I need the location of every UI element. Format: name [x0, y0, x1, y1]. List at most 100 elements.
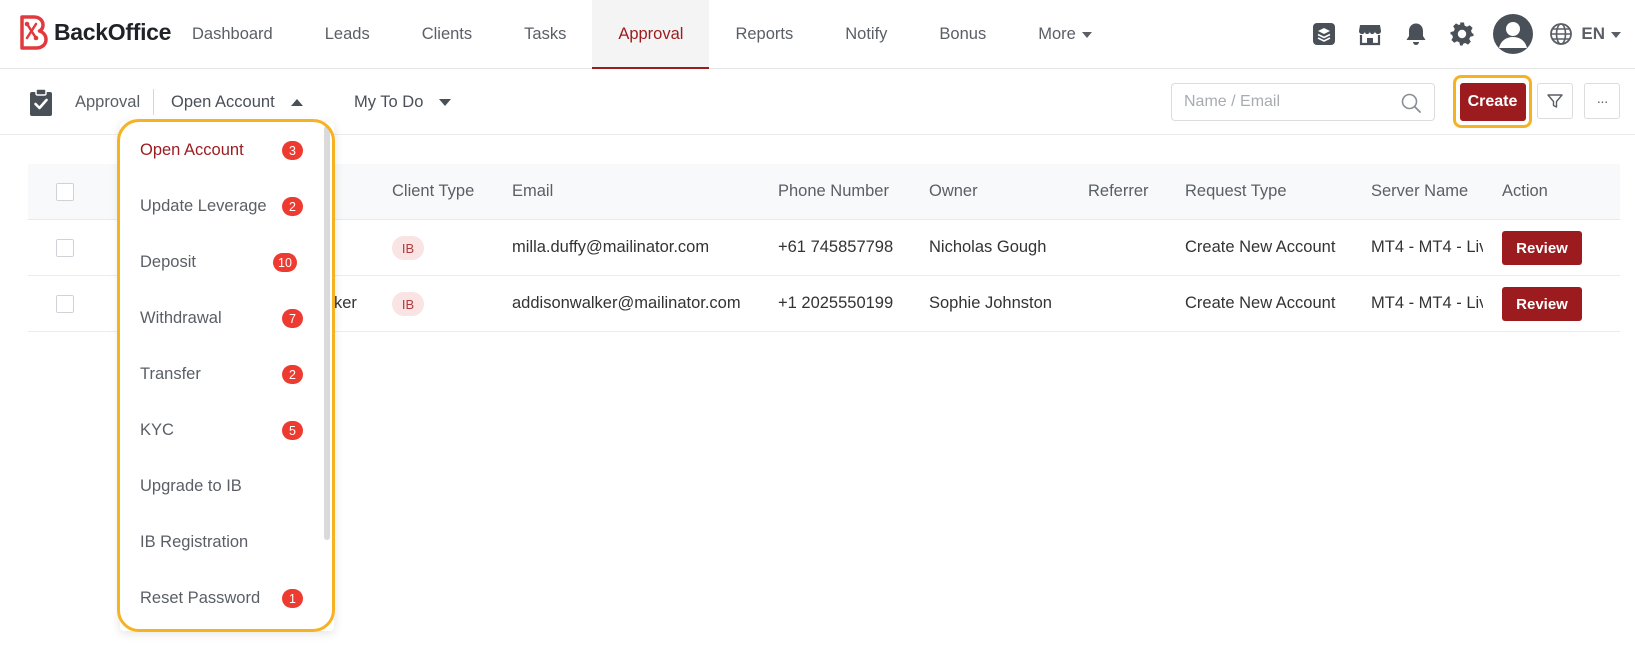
header-server-name: Server Name	[1371, 182, 1469, 200]
count-badge: 5	[282, 421, 303, 440]
nav-approval[interactable]: Approval	[592, 0, 710, 69]
row-checkbox[interactable]	[56, 295, 74, 313]
header-request-type: Request Type	[1185, 182, 1287, 200]
email-cell: milla.duffy@mailinator.com	[512, 238, 710, 256]
review-button[interactable]: Review	[1502, 231, 1582, 265]
dropdown-item-transfer[interactable]: Transfer 2	[120, 346, 320, 402]
dropdown-item-label: IB Registration	[140, 532, 249, 551]
store-icon	[1359, 25, 1382, 46]
client-type-tag: IB	[392, 292, 424, 316]
nav-bonus[interactable]: Bonus	[913, 0, 1012, 68]
main-nav: Dashboard Leads Clients Tasks Approval R…	[166, 0, 1118, 69]
search-icon[interactable]	[1400, 92, 1422, 114]
nav-label: Leads	[324, 24, 370, 43]
nav-label: More	[1038, 24, 1076, 43]
backoffice-logo-icon	[20, 15, 48, 50]
owner-cell: Sophie Johnston	[929, 294, 1052, 312]
dropdown-item-reset-password[interactable]: Reset Password 1	[120, 570, 320, 626]
row-checkbox[interactable]	[56, 239, 74, 257]
nav-label: Dashboard	[192, 24, 273, 43]
dropdown-item-open-account[interactable]: Open Account 3	[120, 122, 320, 178]
create-button-highlight: Create	[1453, 75, 1532, 128]
top-navbar: BackOffice Dashboard Leads Clients Tasks…	[0, 0, 1635, 69]
todo-filter-dropdown[interactable]: My To Do	[354, 93, 452, 112]
page-title: Approval	[75, 93, 141, 111]
nav-label: Notify	[845, 24, 888, 43]
count-badge: 7	[282, 309, 303, 328]
caret-down-icon	[1081, 32, 1092, 38]
dropdown-item-upgrade-to-ib[interactable]: Upgrade to IB	[120, 458, 320, 514]
server-name-cell: MT4 - MT4 - Live	[1371, 238, 1483, 256]
logo-text: BackOffice	[54, 18, 172, 45]
todo-filter-label: My To Do	[354, 93, 424, 111]
phone-cell: +61 745857798	[778, 238, 894, 256]
dropdown-item-deposit[interactable]: Deposit 10	[120, 234, 320, 290]
caret-up-icon	[290, 99, 303, 106]
globe-icon	[1550, 23, 1573, 45]
dropdown-item-label: Open Account	[140, 140, 244, 159]
filter-button[interactable]	[1537, 83, 1573, 119]
header-referrer: Referrer	[1088, 182, 1149, 200]
category-dropdown-menu: Open Account 3 Update Leverage 2 Deposit…	[120, 122, 334, 631]
dropdown-item-label: Update Leverage	[140, 196, 267, 215]
dropdown-item-label: Withdrawal	[140, 308, 222, 327]
language-label: EN	[1581, 24, 1605, 43]
nav-leads[interactable]: Leads	[299, 0, 396, 68]
notifications-button[interactable]	[1393, 11, 1439, 57]
server-name-cell: MT4 - MT4 - Live	[1371, 294, 1483, 312]
count-badge: 10	[273, 253, 297, 272]
header-owner: Owner	[929, 182, 978, 200]
nav-clients[interactable]: Clients	[396, 0, 498, 68]
dropdown-item-label: Upgrade to IB	[140, 476, 242, 495]
dropdown-item-ib-registration[interactable]: IB Registration	[120, 514, 320, 570]
nav-dashboard[interactable]: Dashboard	[166, 0, 299, 68]
request-type-cell: Create New Account	[1185, 294, 1336, 312]
dropdown-scrollbar[interactable]	[324, 126, 330, 540]
request-type-cell: Create New Account	[1185, 238, 1336, 256]
dropdown-item-label: Transfer	[140, 364, 201, 383]
phone-cell: +1 2025550199	[778, 294, 894, 312]
category-dropdown-label: Open Account	[171, 93, 275, 111]
dropdown-item-withdrawal[interactable]: Withdrawal 7	[120, 290, 320, 346]
email-cell: addisonwalker@mailinator.com	[512, 294, 741, 312]
nav-label: Clients	[421, 24, 473, 43]
layers-icon	[1313, 23, 1336, 45]
language-selector[interactable]: EN	[1549, 22, 1621, 46]
logo[interactable]: BackOffice	[16, 14, 171, 50]
category-dropdown[interactable]: Open Account	[171, 93, 303, 112]
count-badge: 3	[282, 141, 303, 160]
caret-down-icon	[439, 99, 452, 106]
divider	[153, 89, 154, 115]
count-badge: 1	[282, 589, 303, 608]
gear-icon	[1450, 22, 1474, 46]
dropdown-item-label: Deposit	[140, 252, 196, 271]
create-button[interactable]: Create	[1459, 82, 1526, 121]
nav-notify[interactable]: Notify	[819, 0, 913, 68]
nav-reports[interactable]: Reports	[709, 0, 819, 68]
nav-label: Approval	[618, 24, 684, 43]
nav-more[interactable]: More	[1012, 0, 1118, 68]
header-phone: Phone Number	[778, 182, 889, 200]
header-client-type: Client Type	[392, 182, 475, 200]
user-avatar-icon	[1499, 22, 1528, 48]
settings-button[interactable]	[1439, 11, 1485, 57]
store-button[interactable]	[1347, 11, 1393, 57]
client-type-tag: IB	[392, 236, 424, 260]
header-email: Email	[512, 182, 554, 200]
user-avatar[interactable]	[1493, 14, 1534, 54]
nav-label: Bonus	[939, 24, 987, 43]
count-badge: 2	[282, 197, 303, 216]
dropdown-item-update-leverage[interactable]: Update Leverage 2	[120, 178, 320, 234]
dropdown-item-kyc[interactable]: KYC 5	[120, 402, 320, 458]
count-badge: 2	[282, 365, 303, 384]
nav-label: Tasks	[524, 24, 567, 43]
more-options-button[interactable]: ···	[1584, 83, 1620, 119]
owner-cell: Nicholas Gough	[929, 238, 1047, 256]
bell-icon	[1406, 23, 1426, 45]
select-all-checkbox[interactable]	[56, 183, 74, 201]
search-input[interactable]	[1184, 93, 1404, 111]
layers-button[interactable]	[1301, 11, 1347, 57]
header-action: Action	[1502, 182, 1548, 200]
nav-tasks[interactable]: Tasks	[498, 0, 592, 68]
review-button[interactable]: Review	[1502, 287, 1582, 321]
